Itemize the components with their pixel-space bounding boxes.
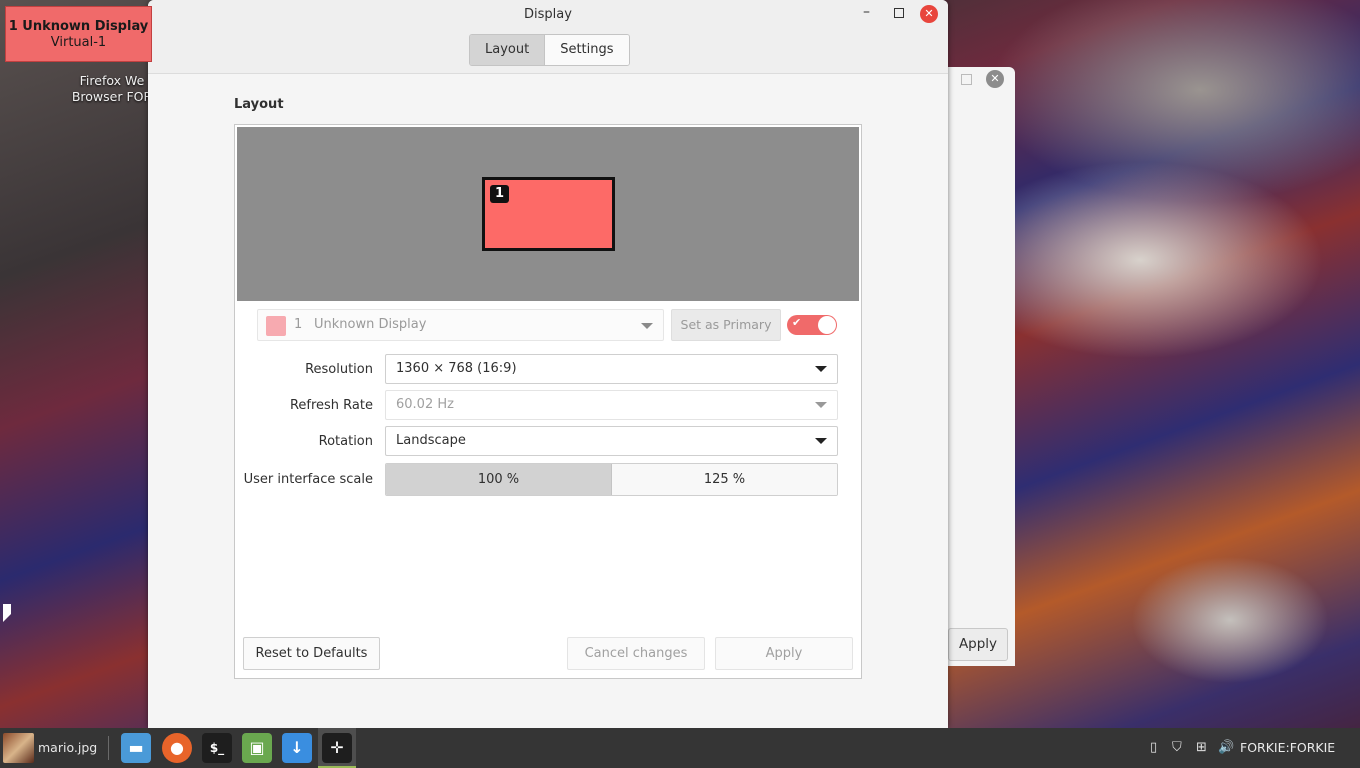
apply-button[interactable]: Apply [715, 637, 853, 670]
display-color-swatch [266, 316, 286, 336]
mouse-cursor-icon [3, 604, 11, 622]
minimize-icon[interactable]: – [863, 4, 870, 20]
rotation-label: Rotation [318, 434, 373, 449]
ui-scale-label: User interface scale [243, 472, 373, 487]
toggle-knob [818, 316, 836, 334]
tab-settings[interactable]: Settings [545, 35, 629, 65]
desktop-label-line1: Firefox We [79, 73, 145, 88]
user-label[interactable]: FORKIE:FORKIE [1240, 740, 1335, 755]
tab-bar: Layout Settings [469, 34, 630, 66]
monitor-number-badge: 1 [490, 185, 509, 203]
ui-scale-selector: 100 % 125 % [385, 463, 838, 496]
display-name: Unknown Display [314, 317, 427, 332]
window-titlebar: Display – ✕ Layout Settings [148, 0, 948, 74]
folder-icon[interactable]: ▬ [121, 733, 151, 763]
clipboard-icon[interactable]: ▯ [1150, 740, 1157, 755]
background-window: ✕ Apply [940, 67, 1015, 666]
display-settings-window: Display – ✕ Layout Settings Layout 1 1 U… [148, 0, 948, 728]
display-select[interactable]: 1 Unknown Display [257, 309, 664, 341]
desktop-label-line2: Browser FOR [71, 89, 153, 104]
window-title: Display [524, 7, 572, 22]
terminal-icon[interactable]: $_ [202, 733, 232, 763]
reset-to-defaults-button[interactable]: Reset to Defaults [243, 637, 380, 670]
close-icon[interactable]: ✕ [986, 70, 1004, 88]
section-title: Layout [234, 97, 284, 112]
overlay-connector-name: Virtual-1 [50, 34, 107, 50]
move-arrows-icon[interactable]: ✛ [322, 733, 352, 763]
maximize-icon[interactable] [894, 8, 904, 18]
display-number: 1 [294, 317, 303, 332]
overlay-display-name: 1 Unknown Display [8, 18, 149, 34]
maximize-icon[interactable] [961, 74, 972, 85]
chevron-down-icon [815, 366, 827, 372]
monitor-layout-preview: 1 [237, 127, 859, 301]
network-icon[interactable]: ⊞ [1196, 740, 1207, 755]
window-thumbnail-icon[interactable] [3, 733, 34, 763]
refresh-rate-select[interactable]: 60.02 Hz [385, 390, 838, 420]
resolution-label: Resolution [305, 362, 373, 377]
firefox-icon[interactable]: ● [162, 733, 192, 763]
scale-option-125[interactable]: 125 % [612, 464, 837, 495]
check-icon: ✔ [792, 316, 802, 329]
layout-frame: 1 1 Unknown Display Set as Primary ✔ Res… [234, 124, 862, 679]
taskbar-separator [108, 736, 109, 760]
refresh-rate-label: Refresh Rate [289, 398, 373, 413]
monitor-tile[interactable]: 1 [482, 177, 615, 251]
display-identify-overlay: 1 Unknown Display Virtual-1 [5, 6, 152, 62]
download-icon[interactable]: ↓ [282, 733, 312, 763]
resolution-select[interactable]: 1360 × 768 (16:9) [385, 354, 838, 384]
chevron-down-icon [641, 323, 653, 329]
mint-update-icon[interactable]: ▣ [242, 733, 272, 763]
rotation-select[interactable]: Landscape [385, 426, 838, 456]
scale-option-100[interactable]: 100 % [386, 464, 612, 495]
chevron-down-icon [815, 402, 827, 408]
volume-icon[interactable]: 🔊 [1218, 740, 1234, 755]
set-as-primary-button[interactable]: Set as Primary [671, 309, 781, 341]
tab-layout[interactable]: Layout [470, 35, 546, 65]
chevron-down-icon [815, 438, 827, 444]
cancel-changes-button[interactable]: Cancel changes [567, 637, 705, 670]
display-enabled-toggle[interactable]: ✔ [787, 315, 837, 335]
background-apply-button[interactable]: Apply [948, 628, 1008, 661]
desktop-firefox-label[interactable]: Firefox We Browser FOR [62, 73, 162, 105]
rotation-value: Landscape [396, 433, 466, 448]
taskbar-window-label[interactable]: mario.jpg [38, 740, 97, 755]
resolution-value: 1360 × 768 (16:9) [396, 361, 517, 376]
refresh-rate-value: 60.02 Hz [396, 397, 454, 412]
taskbar: mario.jpg ▬ ● $_ ▣ ↓ ✛ ▯ ⛉ ⊞ 🔊 FORKIE:FO… [0, 728, 1360, 768]
close-icon[interactable]: ✕ [920, 5, 938, 23]
shield-icon[interactable]: ⛉ [1172, 740, 1182, 755]
